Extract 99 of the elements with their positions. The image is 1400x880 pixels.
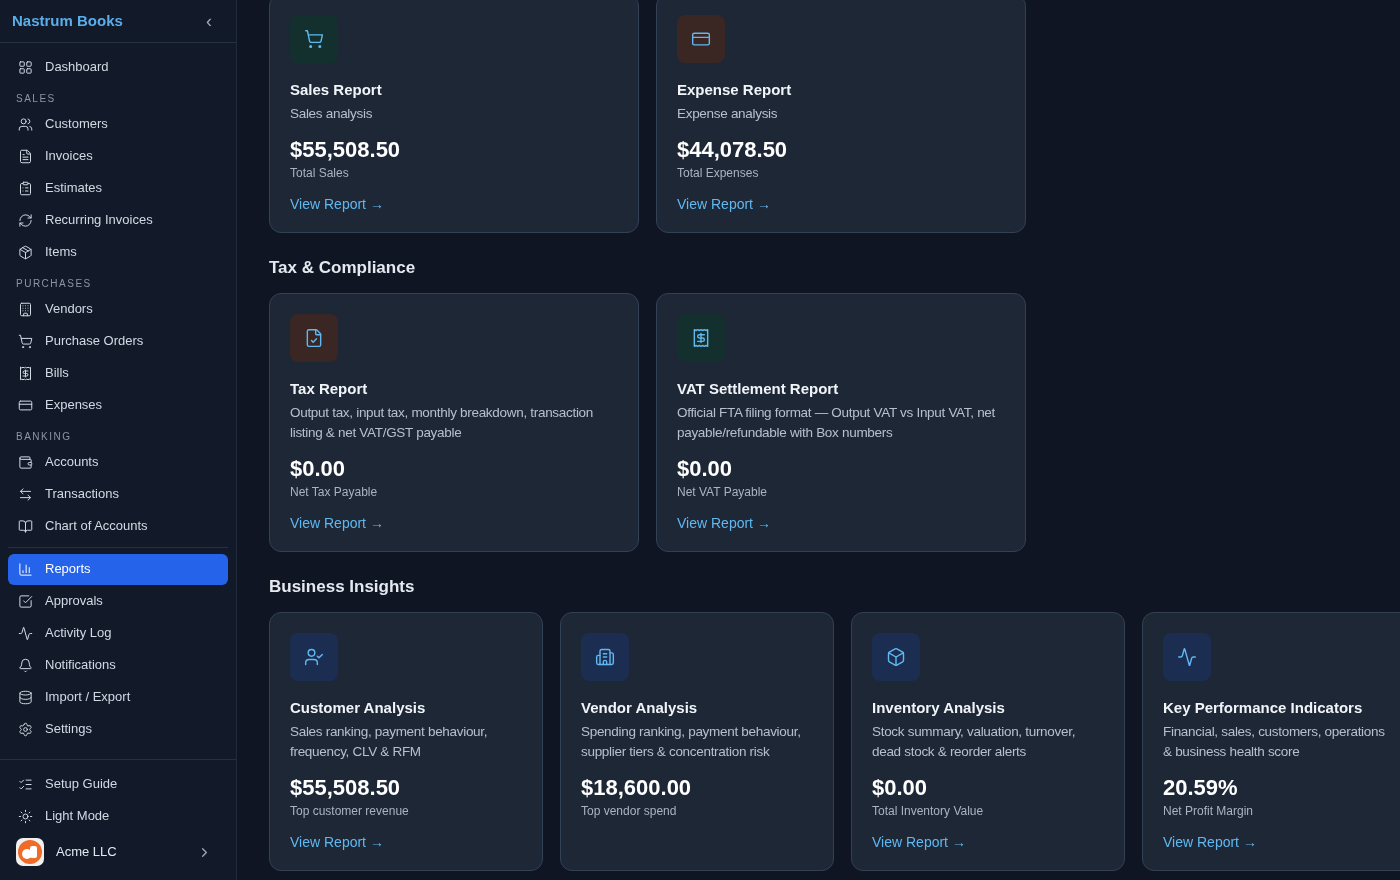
database-icon (18, 689, 33, 705)
checkbox-icon (18, 593, 33, 609)
card-description: Financial, sales, customers, operations & business health score (1163, 722, 1386, 761)
card-title: Inventory Analysis (872, 698, 1006, 718)
card-value: $44,078.50 (677, 135, 789, 164)
card-description: Sales ranking, payment behaviour, frequency, CLV & RFM (290, 722, 489, 761)
user-check-icon (304, 647, 324, 667)
card-description: Sales analysis (290, 104, 374, 123)
file-check-icon (304, 328, 324, 348)
card-value: $55,508.50 (290, 773, 402, 802)
nav-item[interactable]: Import / Export (8, 681, 228, 713)
card-description: Stock summary, valuation, turnover, dead stock & reorder alerts (872, 722, 1077, 761)
nav-item[interactable]: Estimates (8, 172, 228, 204)
footer-item[interactable]: Setup Guide (8, 768, 228, 800)
wallet-icon (18, 454, 33, 470)
pulse-icon (1177, 647, 1197, 667)
nav-item[interactable]: Chart of Accounts (8, 510, 228, 542)
card-title: Key Performance Indicators (1163, 698, 1364, 718)
card-title: Customer Analysis (290, 698, 427, 718)
refresh-icon (18, 212, 33, 228)
section-heading: PURCHASES (15, 277, 93, 291)
card-icon (18, 397, 33, 413)
document-icon (18, 148, 33, 164)
nav-item[interactable]: Purchase Orders (8, 325, 228, 357)
view-report-link[interactable]: View Report → (290, 193, 384, 215)
card-title: Expense Report (677, 80, 793, 100)
users-icon (18, 116, 33, 132)
nav-item[interactable]: Settings (8, 713, 228, 745)
card-value: $0.00 (872, 773, 929, 802)
checklist-icon (18, 776, 33, 792)
building-icon (18, 301, 33, 317)
collapse-button[interactable]: ‹ (198, 7, 220, 35)
nav-item[interactable]: Expenses (8, 389, 228, 421)
view-report-link[interactable]: View Report → (872, 831, 966, 853)
card-description: Output tax, input tax, monthly breakdown, transaction listing & net VAT/GST payable (290, 403, 595, 442)
card-caption: Total Sales (290, 164, 350, 182)
cart-icon (304, 29, 324, 49)
card-caption: Total Inventory Value (872, 802, 985, 820)
section-heading: SALES (15, 92, 57, 106)
nav-item[interactable]: Transactions (8, 478, 228, 510)
card-title: Vendor Analysis (581, 698, 699, 718)
brand-name: Nastrum Books (12, 10, 123, 31)
card-caption: Top customer revenue (290, 802, 410, 820)
nav-item[interactable]: Recurring Invoices (8, 204, 228, 236)
bar-chart-icon (18, 561, 33, 577)
nav-item[interactable]: Dashboard (8, 51, 228, 83)
nav-item[interactable]: Bills (8, 357, 228, 389)
receipt-icon (18, 365, 33, 381)
view-report-link[interactable]: View Report → (1163, 831, 1257, 853)
company-logo (16, 838, 44, 866)
card-description: Expense analysis (677, 104, 779, 123)
footer-item[interactable]: Light Mode (8, 800, 228, 832)
card-value: $0.00 (677, 454, 734, 483)
arrows-icon (18, 486, 33, 502)
section-heading: BANKING (15, 430, 73, 444)
bell-icon (18, 657, 33, 673)
card-value: $18,600.00 (581, 773, 693, 802)
nav-item[interactable]: Approvals (8, 585, 228, 617)
building-icon (595, 647, 615, 667)
card-value: $0.00 (290, 454, 347, 483)
nav-item[interactable]: Customers (8, 108, 228, 140)
section-title: Business Insights (269, 575, 416, 598)
card-caption: Net Tax Payable (290, 483, 379, 501)
nav-item[interactable]: Notifications (8, 649, 228, 681)
section-title: Tax & Compliance (269, 256, 417, 279)
nav-item[interactable]: Activity Log (8, 617, 228, 649)
view-report-link[interactable]: View Report → (290, 831, 384, 853)
settings-icon (18, 721, 33, 737)
clipboard-icon (18, 180, 33, 196)
card-icon (691, 29, 711, 49)
nav-item[interactable]: Items (8, 236, 228, 268)
box-icon (886, 647, 906, 667)
book-icon (18, 518, 33, 534)
cart-icon (18, 333, 33, 349)
card-value: 20.59% (1163, 773, 1239, 802)
card-description: Official FTA filing format — Output VAT vs Input VAT, net payable/refundable with Box numbers (677, 403, 997, 442)
sun-icon (18, 808, 33, 824)
account-switcher[interactable]: Acme LLC (8, 832, 228, 872)
package-icon (18, 244, 33, 260)
account-name: Acme LLC (56, 843, 118, 862)
card-caption: Total Expenses (677, 164, 760, 182)
view-report-link[interactable]: View Report → (677, 512, 771, 534)
view-report-link[interactable]: View Report → (677, 193, 771, 215)
nav-item[interactable]: Vendors (8, 293, 228, 325)
nav-item[interactable]: Accounts (8, 446, 228, 478)
card-description: Spending ranking, payment behaviour, supplier tiers & concentration risk (581, 722, 802, 761)
grid-icon (18, 59, 33, 75)
pulse-icon (18, 625, 33, 641)
card-title: VAT Settlement Report (677, 379, 840, 399)
card-caption: Net Profit Margin (1163, 802, 1255, 820)
card-title: Sales Report (290, 80, 383, 100)
nav-item[interactable]: Invoices (8, 140, 228, 172)
card-caption: Net VAT Payable (677, 483, 769, 501)
nav-item[interactable]: Reports (8, 553, 228, 585)
card-value: $55,508.50 (290, 135, 402, 164)
receipt-icon (691, 328, 711, 348)
card-title: Tax Report (290, 379, 369, 399)
card-caption: Top vendor spend (581, 802, 678, 820)
view-report-link[interactable]: View Report → (290, 512, 384, 534)
